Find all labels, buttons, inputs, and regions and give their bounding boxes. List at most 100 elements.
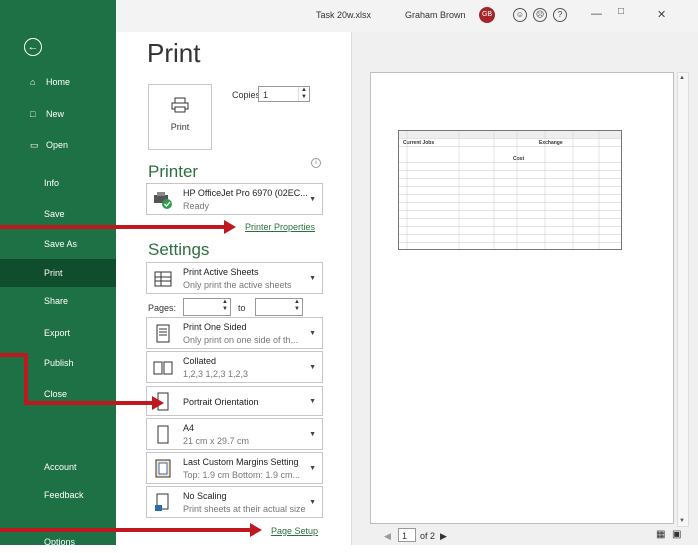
- sides-dropdown[interactable]: Print One Sided Only print on one side o…: [146, 317, 323, 349]
- page-setup-link[interactable]: Page Setup: [271, 526, 318, 536]
- chevron-down-icon: ▼: [309, 499, 316, 506]
- show-margins-icon[interactable]: ▦: [656, 529, 665, 540]
- help-icon[interactable]: ?: [553, 8, 567, 22]
- folder-icon: ▭: [30, 140, 39, 150]
- user-name[interactable]: Graham Brown: [405, 10, 466, 20]
- scroll-up-icon[interactable]: ▲: [679, 75, 685, 81]
- printer-name: HP OfficeJet Pro 6970 (02EC...: [183, 188, 308, 198]
- title-bar: Task 20w.xlsx Graham Brown GB ☺ ☹ ? — □ …: [116, 0, 698, 32]
- pages-label: Pages:: [148, 303, 177, 313]
- chevron-down-icon: ▼: [309, 398, 316, 405]
- copies-input[interactable]: 1 ▲ ▼: [258, 86, 310, 102]
- print-button-label: Print: [170, 122, 190, 132]
- page-number-input[interactable]: 1: [398, 528, 416, 542]
- chevron-down-icon: ▼: [309, 275, 316, 282]
- print-what-title: Print Active Sheets: [183, 267, 259, 277]
- sidebar-item-info[interactable]: Info: [0, 172, 116, 194]
- backstage-sidebar: ← ⌂ Home □ New ▭ Open Info Save Save As Pri…: [0, 0, 116, 547]
- maximize-icon[interactable]: □: [618, 6, 624, 17]
- previous-page-icon[interactable]: ◀: [384, 531, 391, 542]
- pages-to-stepper[interactable]: ▲ ▼: [292, 299, 302, 313]
- sidebar-item-open[interactable]: ▭ Open: [0, 140, 116, 151]
- paper-size-subtitle: 21 cm x 29.7 cm: [183, 436, 250, 446]
- scaling-title: No Scaling: [183, 491, 227, 501]
- sides-title: Print One Sided: [183, 322, 247, 332]
- margins-subtitle: Top: 1.9 cm Bottom: 1.9 cm...: [183, 470, 301, 480]
- annotation-arrow-printer-properties: [0, 225, 226, 229]
- scaling-dropdown[interactable]: No Scaling Print sheets at their actual …: [146, 486, 323, 518]
- scaling-subtitle: Print sheets at their actual size: [183, 504, 306, 514]
- sidebar-item-options[interactable]: Options: [0, 531, 116, 553]
- sidebar-item-print[interactable]: Print: [0, 259, 116, 287]
- print-button[interactable]: Print: [148, 84, 212, 150]
- new-document-icon: □: [30, 109, 36, 119]
- chevron-down-icon: ▼: [309, 330, 316, 337]
- home-icon: ⌂: [30, 77, 36, 87]
- paper-size-dropdown[interactable]: A4 21 cm x 29.7 cm ▼: [146, 418, 323, 450]
- smiley-icon[interactable]: ☺: [513, 8, 527, 22]
- annotation-arrowhead: [224, 220, 236, 234]
- zoom-to-page-icon[interactable]: ▣: [672, 529, 681, 540]
- orientation-dropdown[interactable]: Portrait Orientation ▼: [146, 386, 323, 416]
- file-name: Task 20w.xlsx: [316, 10, 372, 20]
- minimize-icon[interactable]: —: [591, 8, 602, 20]
- scroll-down-icon[interactable]: ▼: [679, 518, 685, 524]
- annotation-arrow-orientation-b: [24, 353, 28, 405]
- back-arrow-icon[interactable]: ←: [24, 38, 42, 56]
- page-count: of 2: [420, 531, 436, 541]
- collated-icon: [153, 361, 173, 375]
- printer-status: Ready: [183, 201, 210, 211]
- next-page-icon[interactable]: ▶: [440, 531, 447, 542]
- sidebar-item-home[interactable]: ⌂ Home: [0, 77, 116, 87]
- sidebar-item-export[interactable]: Export: [0, 322, 116, 344]
- collation-title: Collated: [183, 356, 217, 366]
- margins-title: Last Custom Margins Setting: [183, 457, 299, 467]
- pages-from-input[interactable]: ▲ ▼: [183, 298, 231, 316]
- info-icon[interactable]: i: [311, 158, 321, 168]
- scaling-icon: [155, 493, 169, 511]
- chevron-down-icon: ▼: [309, 364, 316, 371]
- orientation-title: Portrait Orientation: [183, 397, 259, 407]
- collation-subtitle: 1,2,3 1,2,3 1,2,3: [183, 369, 249, 379]
- sidebar-item-save-as[interactable]: Save As: [0, 233, 116, 255]
- divider: [351, 32, 352, 545]
- sidebar-item-share[interactable]: Share: [0, 290, 116, 312]
- copies-stepper[interactable]: ▲ ▼: [298, 87, 309, 101]
- printer-status-icon: [154, 192, 172, 209]
- printer-dropdown[interactable]: HP OfficeJet Pro 6970 (02EC... Ready ▼: [146, 183, 323, 215]
- pages-from-stepper[interactable]: ▲ ▼: [220, 299, 230, 313]
- annotation-arrow-orientation-c: [24, 401, 154, 405]
- chevron-down-icon: ▼: [309, 431, 316, 438]
- annotation-arrowhead: [152, 396, 164, 410]
- page-title: Print: [147, 38, 201, 68]
- paper-icon: [157, 425, 169, 444]
- annotation-arrow-page-setup: [0, 528, 252, 532]
- margins-dropdown[interactable]: Last Custom Margins Setting Top: 1.9 cm …: [146, 452, 323, 484]
- margins-icon: [155, 459, 171, 478]
- sidebar-item-feedback[interactable]: Feedback: [0, 484, 116, 506]
- print-what-subtitle: Only print the active sheets: [183, 280, 292, 290]
- sidebar-item-new[interactable]: □ New: [0, 109, 116, 119]
- spreadsheet-thumbnail: Current Jobs Exchange Cost: [398, 130, 622, 250]
- avatar[interactable]: GB: [479, 7, 495, 23]
- one-sided-icon: [156, 324, 170, 343]
- print-what-dropdown[interactable]: Print Active Sheets Only print the activ…: [146, 262, 323, 294]
- annotation-arrowhead: [250, 523, 262, 537]
- chevron-down-icon: ▼: [309, 196, 316, 203]
- sidebar-item-account[interactable]: Account: [0, 456, 116, 478]
- paper-size-title: A4: [183, 423, 195, 433]
- preview-scrollbar[interactable]: ▲ ▼: [677, 72, 689, 527]
- sides-subtitle: Only print on one side of th...: [183, 335, 299, 345]
- chevron-down-icon: ▼: [309, 465, 316, 472]
- copies-value: 1: [263, 90, 269, 100]
- settings-heading: Settings: [148, 240, 210, 259]
- sidebar-item-save[interactable]: Save: [0, 203, 116, 225]
- frown-icon[interactable]: ☹: [533, 8, 547, 22]
- sheet-grid: [406, 131, 600, 249]
- printer-icon: [171, 97, 189, 113]
- pages-to-input[interactable]: ▲ ▼: [255, 298, 303, 316]
- collation-dropdown[interactable]: Collated 1,2,3 1,2,3 1,2,3 ▼: [146, 351, 323, 383]
- close-icon[interactable]: ✕: [657, 8, 666, 21]
- sheets-icon: [154, 271, 172, 287]
- printer-properties-link[interactable]: Printer Properties: [245, 222, 315, 232]
